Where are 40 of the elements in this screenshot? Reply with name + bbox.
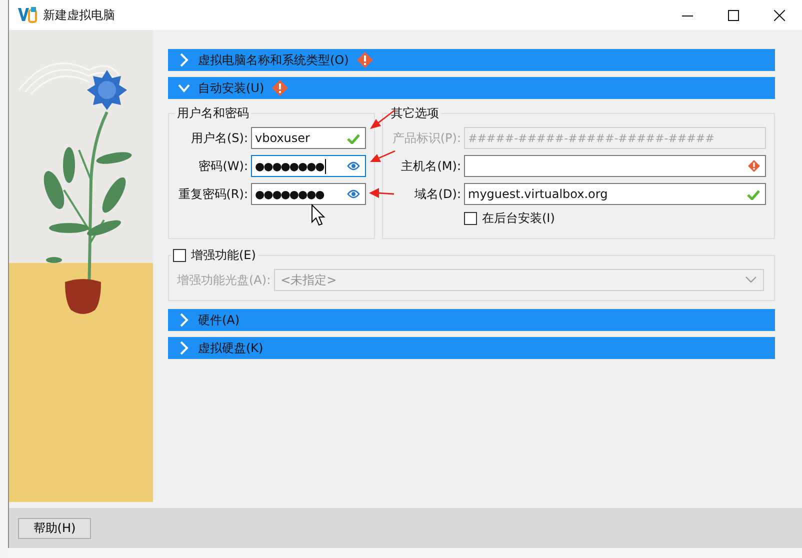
chevron-right-icon [178,341,190,355]
section-header[interactable]: 自动安装(U) [168,77,775,99]
input-field[interactable]: vboxuser [251,127,366,149]
section-title: 自动安装(U) [198,80,264,96]
help-button[interactable]: 帮助(H) [18,518,91,538]
field-label: 产品标识(P): [391,130,462,146]
input-field[interactable]: myguest.virtualbox.org [464,183,766,205]
group-title: 用户名和密码 [176,105,250,122]
section-title: 虚拟硬盘(K) [198,340,264,356]
section-header[interactable]: 硬件(A) [168,309,775,331]
eye-icon[interactable] [347,188,360,200]
annotation-arrow [369,188,394,198]
window-title: 新建虚拟电脑 [43,6,115,24]
field-label: 域名(D): [413,186,462,202]
checkbox[interactable] [464,212,477,225]
eye-icon[interactable] [347,160,360,172]
field-label: 重复密码(R): [177,186,249,202]
section-title: 硬件(A) [198,312,240,328]
checkbox[interactable] [173,249,186,262]
checkbox-label[interactable]: 增强功能(E) [191,247,256,264]
section-header[interactable]: 虚拟硬盘(K) [168,337,775,359]
maximize-icon [728,10,738,20]
section-title: 虚拟电脑名称和系统类型(O) [198,52,349,68]
group-title: 其它选项 [390,105,440,122]
app-logo-icon [17,6,37,24]
field-label: 密码(W): [198,158,249,174]
chevron-right-icon [178,313,190,327]
annotation-arrow [370,150,396,162]
input-field[interactable] [464,155,766,177]
chevron-right-icon [178,53,190,67]
checkbox-label[interactable]: 在后台安装(I) [482,210,555,227]
section-header[interactable]: 虚拟电脑名称和系统类型(O) [168,49,775,71]
close-icon [774,10,784,20]
input-field[interactable]: ●●●●●●●● [251,183,366,205]
field-label: 主机名(M): [400,158,462,174]
chevron-down-icon [744,276,757,284]
field-label: 增强功能光盘(A): [176,272,272,288]
field-label: 用户名(S): [190,130,249,146]
mouse-pointer-icon [312,204,326,226]
input-field[interactable]: ●●●●●●●● [251,155,366,177]
